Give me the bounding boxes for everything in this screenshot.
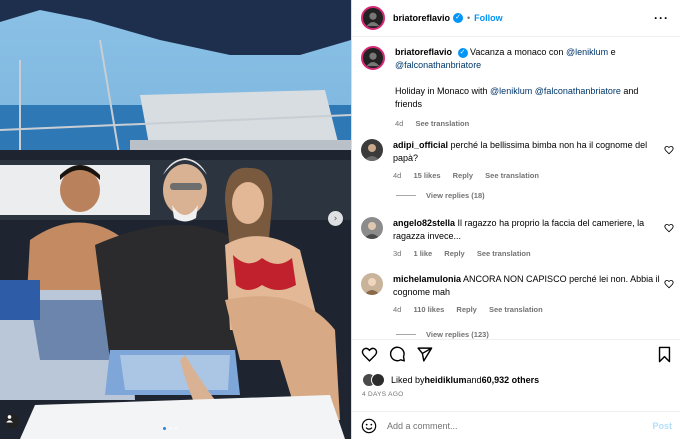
comment-username[interactable]: michelamulonia: [393, 274, 461, 284]
avatar-image: [366, 12, 380, 27]
likes-and: and: [466, 375, 482, 385]
comment-see-translation[interactable]: See translation: [489, 305, 543, 314]
caption-username[interactable]: briatoreflavio: [395, 47, 452, 57]
post-comment-button[interactable]: Post: [652, 421, 672, 431]
bookmark-icon[interactable]: [656, 346, 673, 363]
verified-icon: ✓: [453, 13, 464, 23]
carousel-next-button[interactable]: ›: [328, 211, 343, 226]
caption-see-translation[interactable]: See translation: [415, 119, 469, 128]
comment-item: michelamulonia ANCORA NON CAPISCO perché…: [361, 273, 674, 339]
add-comment-bar: Post: [352, 411, 680, 439]
post-photo[interactable]: ›: [0, 0, 351, 439]
photo-illustration: [0, 0, 351, 439]
more-icon[interactable]: ···: [654, 11, 669, 25]
comment-icon[interactable]: [389, 346, 406, 363]
heart-icon[interactable]: [664, 279, 674, 289]
header-separator: •: [467, 13, 471, 23]
commenter-avatar[interactable]: [361, 217, 383, 239]
avatar-image: [364, 278, 380, 295]
post-actions: Liked by heidiklum and 60,932 others 4 D…: [352, 339, 680, 439]
follow-button[interactable]: Follow: [474, 13, 503, 23]
comment-item: angelo82stella Il ragazzo ha proprio la …: [361, 217, 674, 260]
comment-time[interactable]: 4d: [393, 171, 401, 180]
caption-english-mention-1[interactable]: @leniklum: [490, 86, 532, 96]
comment-time[interactable]: 3d: [393, 249, 401, 258]
comment-time[interactable]: 4d: [393, 305, 401, 314]
comment-reply-button[interactable]: Reply: [453, 171, 473, 180]
commenter-avatar[interactable]: [361, 139, 383, 161]
share-icon[interactable]: [416, 346, 433, 363]
author-username[interactable]: briatoreflavio: [393, 13, 450, 23]
avatar-image: [364, 144, 380, 161]
carousel-dot: [175, 427, 178, 430]
liker-avatar: [371, 373, 385, 387]
caption-text-2: e: [608, 47, 616, 57]
carousel-dot: [169, 427, 172, 430]
comment-item: adipi_official perché la bellissima bimb…: [361, 139, 674, 200]
carousel-dot-active: [163, 427, 166, 430]
avatar-image: [364, 222, 380, 239]
carousel-dots: [163, 427, 178, 430]
comment-reply-button[interactable]: Reply: [456, 305, 476, 314]
heart-icon[interactable]: [664, 223, 674, 233]
commenter-avatar[interactable]: [361, 273, 383, 295]
likes-user[interactable]: heidiklum: [425, 375, 467, 385]
comment-reply-button[interactable]: Reply: [444, 249, 464, 258]
caption-time[interactable]: 4d: [395, 119, 403, 128]
comment-username[interactable]: adipi_official: [393, 140, 448, 150]
comment-likes[interactable]: 15 likes: [413, 171, 440, 180]
post-panel: briatoreflavio ✓ • Follow ··· briatorefl…: [351, 0, 680, 439]
likers-avatars[interactable]: [362, 373, 385, 387]
comment-likes[interactable]: 1 like: [413, 249, 432, 258]
comment-username[interactable]: angelo82stella: [393, 218, 455, 228]
post-header: briatoreflavio ✓ • Follow ···: [352, 0, 680, 37]
comment-see-translation[interactable]: See translation: [477, 249, 531, 258]
comment-see-translation[interactable]: See translation: [485, 171, 539, 180]
caption-english-1: Holiday in Monaco with: [395, 86, 491, 96]
author-avatar[interactable]: [361, 6, 385, 30]
caption-english-mention-2[interactable]: @falconathanbriatore: [535, 86, 621, 96]
user-tag-icon: [6, 415, 13, 423]
likes-prefix: Liked by: [391, 375, 425, 385]
heart-icon[interactable]: [361, 346, 378, 363]
view-replies-button[interactable]: View replies (123): [396, 330, 674, 339]
comments-scroll-area[interactable]: briatoreflavio ✓ Vacanza a monaco con @l…: [352, 37, 680, 339]
caption-mention-1[interactable]: @leniklum: [566, 47, 608, 57]
heart-icon[interactable]: [664, 145, 674, 155]
likes-count[interactable]: 60,932 others: [482, 375, 540, 385]
chevron-right-icon: ›: [333, 213, 338, 224]
caption-avatar[interactable]: [361, 46, 385, 70]
caption-text-1: Vacanza a monaco con: [470, 47, 566, 57]
user-tag-button[interactable]: [5, 414, 19, 428]
comment-likes[interactable]: 110 likes: [413, 305, 444, 314]
view-replies-button[interactable]: View replies (18): [396, 191, 674, 200]
likes-summary: Liked by heidiklum and 60,932 others: [362, 373, 539, 387]
caption: briatoreflavio ✓ Vacanza a monaco con @l…: [361, 46, 666, 130]
add-comment-input[interactable]: [387, 421, 632, 431]
verified-icon: ✓: [457, 47, 468, 58]
avatar-image: [366, 52, 380, 67]
emoji-icon[interactable]: [361, 418, 377, 434]
posted-ago[interactable]: 4 DAYS AGO: [362, 391, 404, 398]
caption-mention-2[interactable]: @falconathanbriatore: [395, 60, 481, 70]
